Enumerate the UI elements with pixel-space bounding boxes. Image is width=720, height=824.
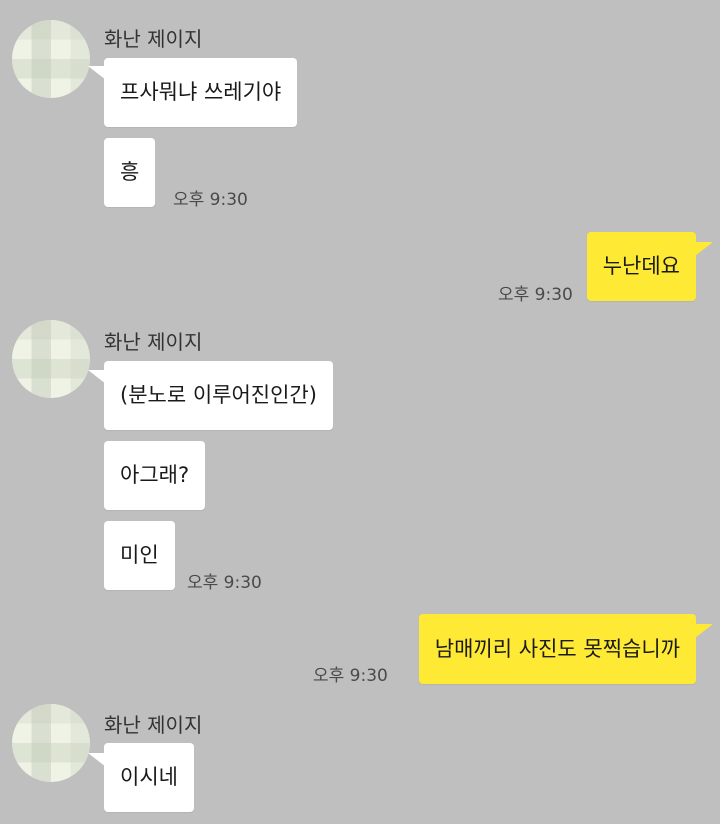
message-bubble-outgoing[interactable]: 남매끼리 사진도 못찍습니까: [418, 614, 696, 684]
message-bubble-incoming[interactable]: 프사뭐냐 쓰레기야: [104, 58, 298, 127]
message-bubble-incoming[interactable]: 미인: [104, 521, 175, 590]
message-bubble-incoming[interactable]: 흥: [104, 138, 156, 207]
message-text: 흥: [120, 160, 140, 184]
sender-name: 화난 제이지: [104, 27, 203, 51]
message-text: 미인: [120, 543, 159, 567]
sender-name: 화난 제이지: [104, 713, 203, 737]
message-bubble-incoming[interactable]: 아그래?: [104, 441, 206, 510]
avatar[interactable]: [12, 704, 90, 782]
message-bubble-incoming[interactable]: 이시네: [104, 743, 194, 812]
message-text: 이시네: [120, 765, 178, 789]
message-time: 오후 9:30: [187, 573, 262, 593]
message-time: 오후 9:30: [173, 190, 248, 210]
avatar[interactable]: [12, 20, 90, 98]
sender-name: 화난 제이지: [104, 330, 203, 354]
message-time: 오후 9:30: [313, 666, 388, 686]
bubble-tail: [695, 242, 713, 256]
message-text: 아그래?: [120, 463, 190, 487]
bubble-tail: [695, 624, 713, 638]
message-text: (분노로 이루어진인간): [120, 383, 317, 407]
message-bubble-outgoing[interactable]: 누난데요: [586, 232, 696, 301]
message-time: 오후 9:30: [498, 285, 573, 305]
message-text: 프사뭐냐 쓰레기야: [120, 80, 282, 104]
message-text: 남매끼리 사진도 못찍습니까: [434, 636, 680, 661]
avatar[interactable]: [12, 320, 90, 398]
message-bubble-incoming[interactable]: (분노로 이루어진인간): [104, 361, 333, 430]
message-text: 누난데요: [602, 254, 680, 278]
